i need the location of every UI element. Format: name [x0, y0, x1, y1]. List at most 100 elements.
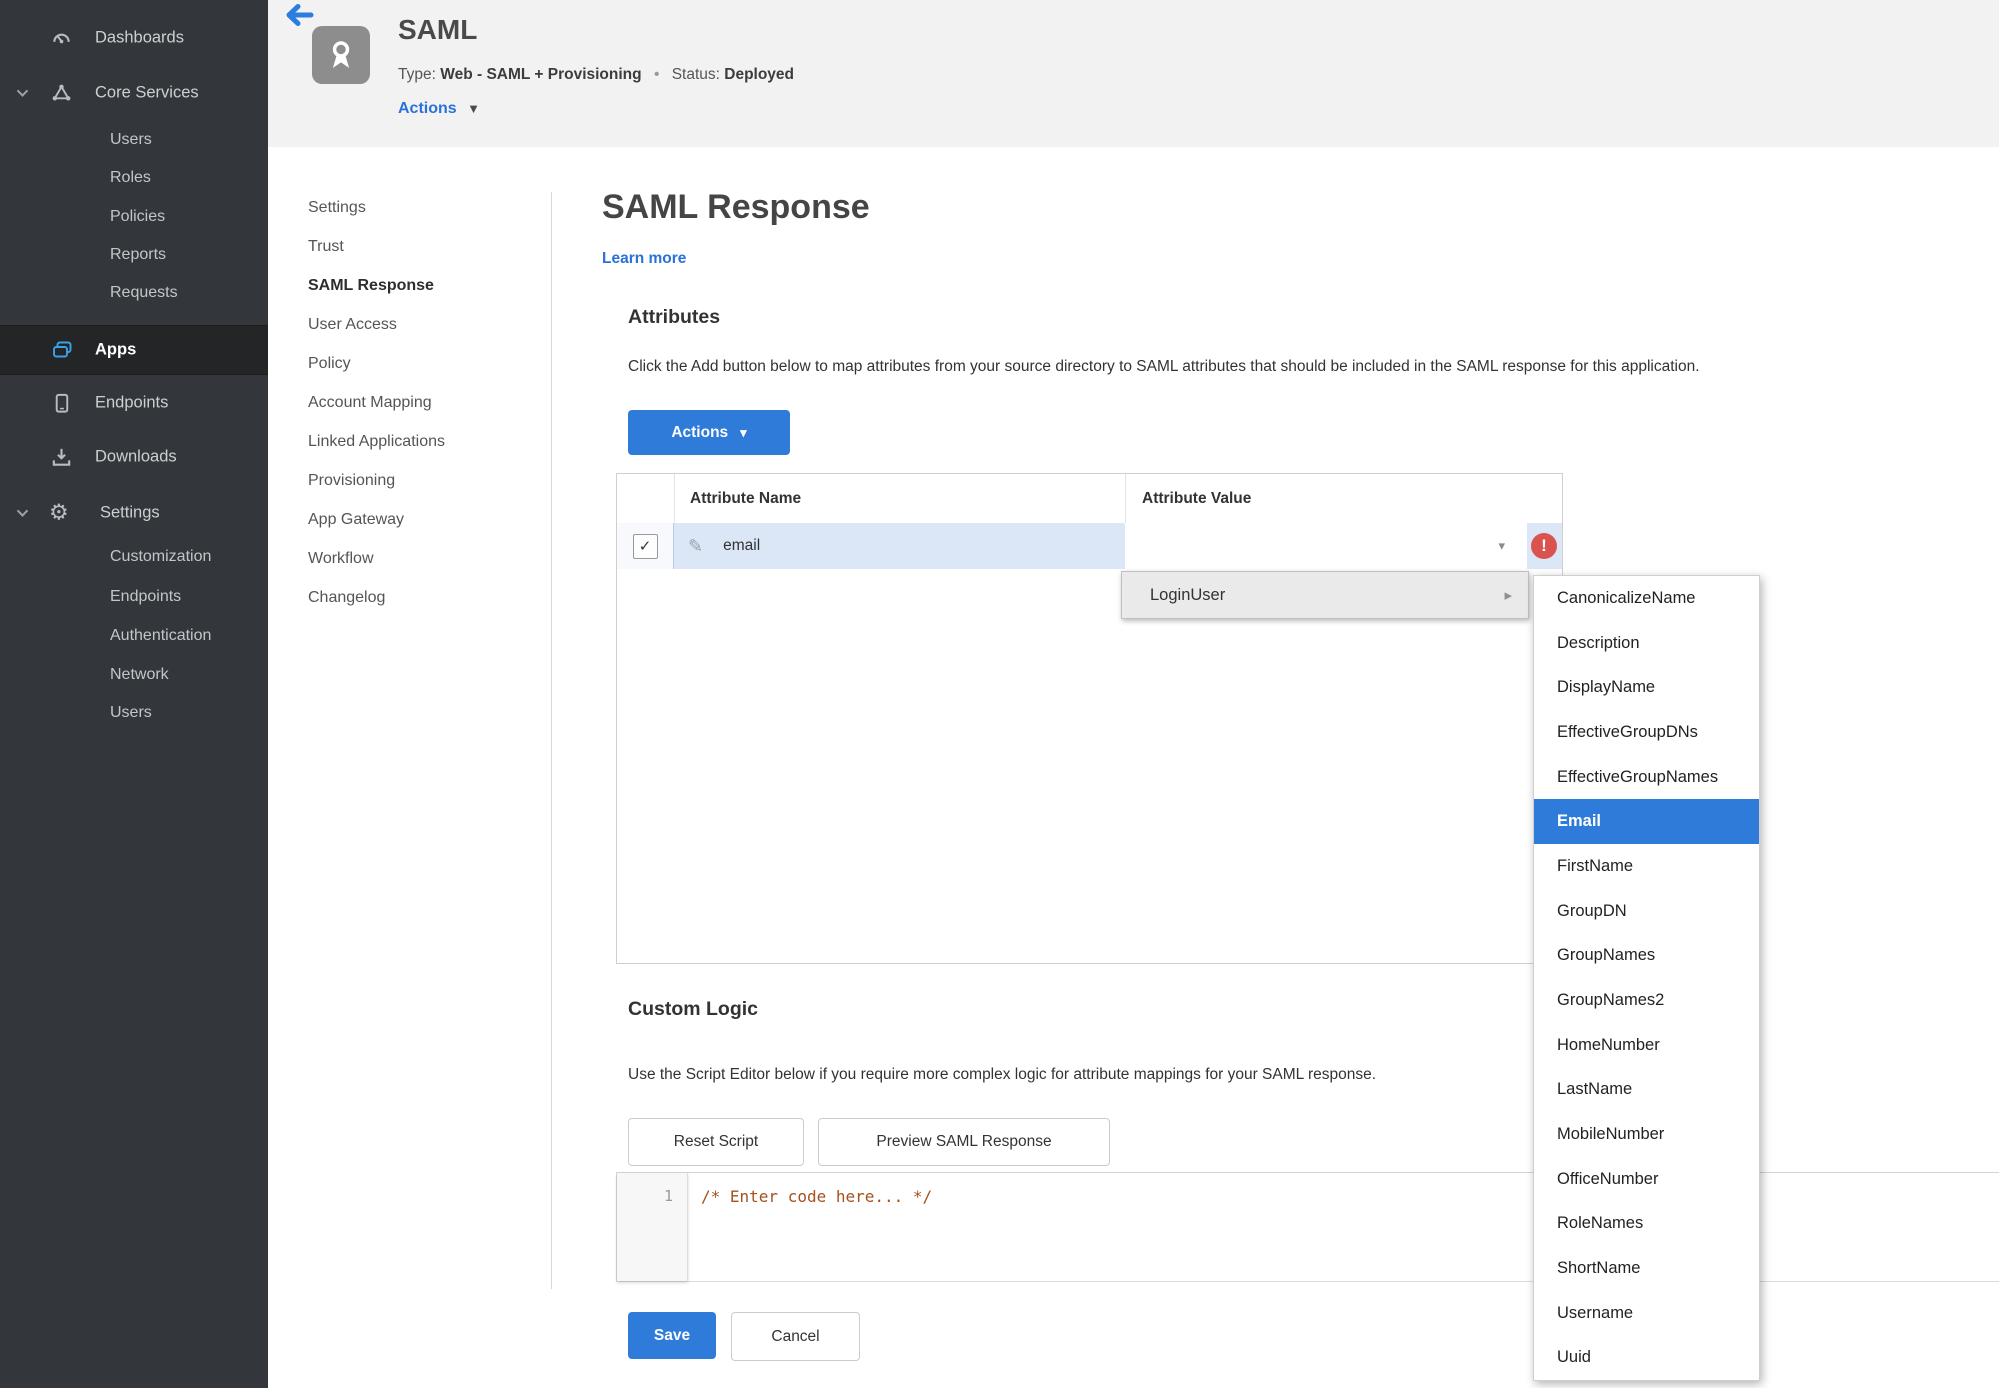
cancel-button[interactable]: Cancel [731, 1312, 860, 1361]
caret-down-icon: ▼ [467, 101, 480, 116]
attribute-value-column-header: Attribute Value [1142, 489, 1252, 507]
subnav-item-saml-response[interactable]: SAML Response [308, 266, 543, 305]
subnav-item-trust[interactable]: Trust [308, 227, 543, 266]
row-select-cell: ✓ [617, 523, 674, 569]
sidebar-item-label: Roles [110, 169, 151, 186]
sidebar-item-endpoints[interactable]: Endpoints [0, 383, 268, 423]
menu-item-groupnames2[interactable]: GroupNames2 [1534, 978, 1759, 1023]
sidebar-item-dashboards[interactable]: Dashboards [0, 18, 268, 58]
core-services-icon [50, 82, 73, 105]
sidebar-item-settings-endpoints[interactable]: Endpoints [0, 579, 268, 615]
table-row[interactable]: ✓ ✎ email ▾ ! [617, 523, 1562, 569]
row-checkbox[interactable]: ✓ [632, 533, 658, 559]
menu-item-groupnames[interactable]: GroupNames [1534, 933, 1759, 978]
actions-label: Actions [398, 100, 457, 117]
subnav-item-app-gateway[interactable]: App Gateway [308, 500, 543, 539]
sidebar-item-settings-users[interactable]: Users [0, 695, 268, 731]
mobile-device-icon [50, 392, 73, 415]
menu-item-shortname[interactable]: ShortName [1534, 1246, 1759, 1291]
sidebar-item-reports[interactable]: Reports [0, 237, 268, 273]
header-actions-menu[interactable]: Actions ▼ [398, 100, 480, 118]
learn-more-link[interactable]: Learn more [602, 250, 686, 268]
sidebar-item-policies[interactable]: Policies [0, 199, 268, 235]
menu-item-lastname[interactable]: LastName [1534, 1067, 1759, 1112]
menu-item-canonicalizename[interactable]: CanonicalizeName [1534, 576, 1759, 621]
app-meta-line: Type: Web - SAML + Provisioning • Status… [398, 66, 794, 84]
sidebar-item-label: Authentication [110, 627, 212, 644]
subnav-item-settings[interactable]: Settings [308, 188, 543, 227]
menu-item-description[interactable]: Description [1534, 621, 1759, 666]
sidebar-item-customization[interactable]: Customization [0, 539, 268, 575]
menu-item-email[interactable]: Email [1534, 799, 1759, 845]
caret-right-icon: ▸ [1504, 587, 1512, 604]
preview-saml-response-button[interactable]: Preview SAML Response [818, 1118, 1110, 1166]
exclamation-glyph: ! [1541, 536, 1547, 555]
sidebar-item-core-services[interactable]: Core Services [0, 73, 268, 113]
menu-item-homenumber[interactable]: HomeNumber [1534, 1023, 1759, 1068]
subnav-item-provisioning[interactable]: Provisioning [308, 461, 543, 500]
actions-button-label: Actions [671, 423, 729, 441]
custom-logic-description: Use the Script Editor below if you requi… [628, 1066, 1377, 1083]
status-label: Status: [671, 66, 720, 83]
sidebar-item-label: Dashboards [95, 28, 184, 47]
value-context-menu[interactable]: LoginUser ▸ [1121, 571, 1529, 619]
section-title: SAML Response [602, 188, 870, 226]
subnav-item-account-mapping[interactable]: Account Mapping [308, 383, 543, 422]
custom-logic-heading: Custom Logic [628, 998, 758, 1020]
menu-item-displayname[interactable]: DisplayName [1534, 665, 1759, 710]
status-badge: Deployed [724, 66, 795, 83]
attribute-value-dropdown[interactable]: ▾ [1125, 523, 1527, 569]
chevron-down-icon [16, 89, 29, 98]
menu-item-mobilenumber[interactable]: MobileNumber [1534, 1112, 1759, 1157]
menu-item-officenumber[interactable]: OfficeNumber [1534, 1157, 1759, 1202]
menu-item-effectivegroupnames[interactable]: EffectiveGroupNames [1534, 755, 1759, 800]
type-label: Type: [398, 66, 436, 83]
gauge-icon [50, 27, 73, 50]
editor-gutter: 1 [617, 1173, 688, 1281]
context-menu-label: LoginUser [1150, 585, 1226, 604]
menu-item-effectivegroupdns[interactable]: EffectiveGroupDNs [1534, 710, 1759, 755]
script-editor[interactable]: 1 /* Enter code here... */ [616, 1172, 1999, 1282]
attribute-name-column-header: Attribute Name [675, 474, 1126, 523]
validation-error-icon: ! [1531, 533, 1557, 559]
sidebar-item-settings[interactable]: ⚙ Settings [0, 493, 268, 533]
type-value: Web - SAML + Provisioning [440, 66, 642, 83]
sidebar-item-label: Users [110, 131, 152, 148]
pencil-icon: ✎ [688, 535, 704, 556]
check-icon: ✓ [638, 538, 652, 555]
sidebar-item-users[interactable]: Users [0, 122, 268, 158]
main-sidebar: Dashboards Core Services Users Roles Pol… [0, 0, 268, 1388]
menu-item-groupdn[interactable]: GroupDN [1534, 889, 1759, 934]
caret-down-icon: ▾ [740, 424, 747, 440]
sidebar-item-label: Endpoints [95, 393, 169, 412]
menu-item-username[interactable]: Username [1534, 1291, 1759, 1336]
subnav-item-policy[interactable]: Policy [308, 344, 543, 383]
sidebar-item-network[interactable]: Network [0, 657, 268, 693]
sidebar-item-roles[interactable]: Roles [0, 160, 268, 196]
menu-item-uuid[interactable]: Uuid [1534, 1335, 1759, 1380]
sidebar-item-requests[interactable]: Requests [0, 275, 268, 311]
gear-icon: ⚙ [49, 499, 69, 525]
attribute-value-cell: ▾ ! [1125, 523, 1562, 569]
subnav-item-changelog[interactable]: Changelog [308, 578, 543, 617]
sidebar-item-downloads[interactable]: Downloads [0, 437, 268, 477]
caret-down-icon: ▾ [1498, 538, 1505, 553]
save-button[interactable]: Save [628, 1312, 716, 1359]
subnav-item-linked-applications[interactable]: Linked Applications [308, 422, 543, 461]
attributes-description: Click the Add button below to map attrib… [628, 358, 1700, 375]
editor-code-line[interactable]: /* Enter code here... */ [701, 1187, 932, 1206]
subnav-item-workflow[interactable]: Workflow [308, 539, 543, 578]
loginuser-submenu: CanonicalizeName Description DisplayName… [1533, 575, 1760, 1381]
sidebar-item-label: Core Services [95, 83, 199, 102]
back-arrow-icon[interactable] [284, 2, 316, 28]
attribute-name-cell: ✎ email [674, 523, 1125, 569]
saml-app-icon [312, 26, 370, 84]
subnav-item-user-access[interactable]: User Access [308, 305, 543, 344]
reset-script-button[interactable]: Reset Script [628, 1118, 804, 1166]
sidebar-item-authentication[interactable]: Authentication [0, 618, 268, 654]
sidebar-item-apps[interactable]: Apps [0, 325, 268, 375]
menu-item-firstname[interactable]: FirstName [1534, 844, 1759, 889]
attributes-actions-button[interactable]: Actions ▾ [628, 410, 790, 455]
menu-item-rolenames[interactable]: RoleNames [1534, 1201, 1759, 1246]
ribbon-icon [332, 41, 350, 68]
